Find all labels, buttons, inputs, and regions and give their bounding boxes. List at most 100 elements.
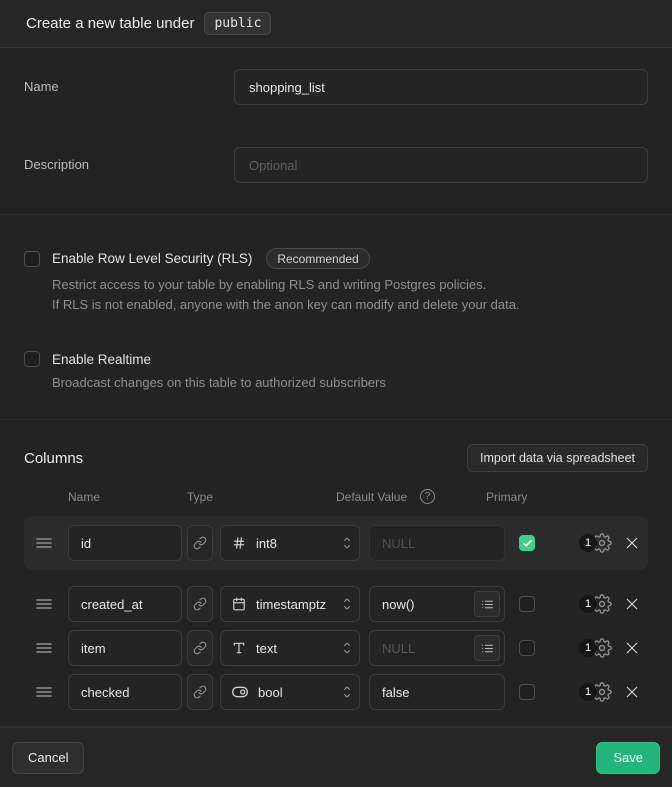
foreign-key-link-button[interactable]	[187, 586, 213, 622]
calendar-icon	[232, 597, 246, 611]
realtime-toggle-block: Enable Realtime Broadcast changes on thi…	[24, 351, 648, 393]
column-settings-button[interactable]: 1	[579, 533, 612, 553]
settings-count-badge: 1	[579, 534, 597, 552]
rls-description-line2: If RLS is not enabled, anyone with the a…	[52, 295, 648, 315]
columns-title: Columns	[24, 450, 83, 467]
name-label: Name	[24, 69, 234, 105]
column-settings-button[interactable]: 1	[579, 638, 612, 658]
list-icon	[481, 642, 494, 655]
primary-checkbox[interactable]	[519, 684, 535, 700]
drag-handle-icon[interactable]	[36, 536, 52, 550]
foreign-key-link-button[interactable]	[187, 525, 213, 561]
column-row-checked: bool 1	[24, 674, 648, 710]
column-row-created-at: timestamptz 1	[24, 586, 648, 622]
close-icon	[624, 535, 640, 551]
header-type: Type	[187, 490, 336, 504]
recommended-badge: Recommended	[266, 248, 369, 269]
columns-rows: int8 1	[24, 516, 648, 710]
column-type-label: bool	[258, 685, 331, 700]
schema-badge: public	[204, 12, 271, 35]
rls-checkbox[interactable]	[24, 251, 40, 267]
column-type-label: int8	[256, 536, 331, 551]
column-name-input[interactable]	[68, 674, 182, 710]
default-value-suggestions-button[interactable]	[474, 635, 500, 661]
dialog-title: Create a new table under	[26, 15, 194, 32]
column-type-label: text	[256, 641, 331, 656]
chevron-updown-icon	[341, 535, 353, 551]
drag-handle-icon[interactable]	[36, 597, 52, 611]
column-row-panel-id: int8 1	[24, 516, 648, 570]
table-meta-section: Name Description	[0, 48, 672, 215]
columns-header: Columns Import data via spreadsheet	[24, 444, 648, 472]
link-icon	[193, 536, 207, 550]
primary-checkbox[interactable]	[519, 596, 535, 612]
primary-checkbox[interactable]	[519, 640, 535, 656]
chevron-updown-icon	[341, 596, 353, 612]
default-value-help-icon[interactable]: ?	[420, 489, 435, 504]
column-row-id: int8 1	[24, 525, 648, 561]
column-type-select[interactable]: bool	[220, 674, 360, 710]
column-name-input[interactable]	[68, 586, 182, 622]
create-table-dialog: Create a new table under public Name Des…	[0, 0, 672, 787]
chevron-updown-icon	[341, 684, 353, 700]
column-name-input[interactable]	[68, 525, 182, 561]
columns-section: Columns Import data via spreadsheet Name…	[0, 420, 672, 727]
column-type-select[interactable]: timestamptz	[220, 586, 360, 622]
settings-count-badge: 1	[579, 683, 597, 701]
delete-column-button[interactable]	[624, 593, 640, 615]
description-field-row: Description	[24, 147, 648, 183]
column-settings-button[interactable]: 1	[579, 594, 612, 614]
columns-table-headers: Name Type Default Value ? Primary	[24, 489, 648, 504]
column-type-label: timestamptz	[256, 597, 331, 612]
import-spreadsheet-button[interactable]: Import data via spreadsheet	[467, 444, 648, 472]
name-field-row: Name	[24, 69, 648, 105]
realtime-description: Broadcast changes on this table to autho…	[52, 373, 648, 393]
close-icon	[624, 596, 640, 612]
column-name-input[interactable]	[68, 630, 182, 666]
save-button[interactable]: Save	[596, 742, 660, 774]
drag-handle-icon[interactable]	[36, 685, 52, 699]
realtime-checkbox[interactable]	[24, 351, 40, 367]
rls-label: Enable Row Level Security (RLS)	[52, 251, 252, 266]
cancel-button[interactable]: Cancel	[12, 742, 84, 774]
rls-toggle-row: Enable Row Level Security (RLS) Recommen…	[24, 248, 648, 269]
foreign-key-link-button[interactable]	[187, 630, 213, 666]
settings-count-badge: 1	[579, 639, 597, 657]
delete-column-button[interactable]	[624, 637, 640, 659]
text-icon	[232, 641, 246, 655]
delete-column-button[interactable]	[624, 532, 640, 554]
header-primary: Primary	[486, 490, 527, 504]
toggle-icon	[232, 686, 248, 698]
link-icon	[193, 597, 207, 611]
drag-handle-icon[interactable]	[36, 641, 52, 655]
list-icon	[481, 598, 494, 611]
column-type-select[interactable]: int8	[220, 525, 360, 561]
close-icon	[624, 684, 640, 700]
primary-checkbox[interactable]	[519, 535, 535, 551]
close-icon	[624, 640, 640, 656]
table-options-section: Enable Row Level Security (RLS) Recommen…	[0, 215, 672, 420]
default-value-cell	[369, 630, 505, 666]
hash-icon	[232, 536, 246, 550]
default-value-suggestions-button[interactable]	[474, 591, 500, 617]
check-icon	[522, 538, 533, 549]
rls-description-line1: Restrict access to your table by enablin…	[52, 275, 648, 295]
column-settings-button[interactable]: 1	[579, 682, 612, 702]
link-icon	[193, 641, 207, 655]
header-default-value: Default Value	[336, 490, 420, 504]
default-value-input[interactable]	[369, 674, 505, 710]
default-value-cell	[369, 586, 505, 622]
header-name: Name	[68, 490, 187, 504]
table-name-input[interactable]	[234, 69, 648, 105]
rls-description: Restrict access to your table by enablin…	[52, 275, 648, 315]
table-description-input[interactable]	[234, 147, 648, 183]
default-value-cell	[369, 525, 505, 561]
default-value-input	[369, 525, 505, 561]
foreign-key-link-button[interactable]	[187, 674, 213, 710]
dialog-footer: Cancel Save	[0, 727, 672, 787]
column-type-select[interactable]: text	[220, 630, 360, 666]
settings-count-badge: 1	[579, 595, 597, 613]
column-row-item: text 1	[24, 630, 648, 666]
link-icon	[193, 685, 207, 699]
delete-column-button[interactable]	[624, 681, 640, 703]
